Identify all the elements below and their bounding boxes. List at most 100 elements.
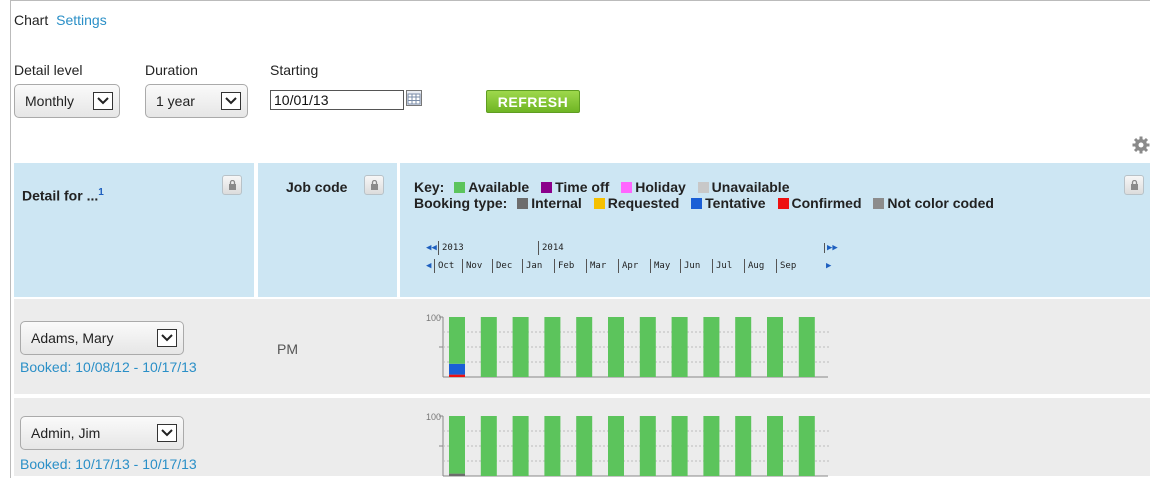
bar-segment-available xyxy=(767,416,783,476)
legend-swatch-tentative xyxy=(691,198,703,209)
duration-select[interactable]: 1 year xyxy=(145,84,248,118)
person-select[interactable]: Admin, Jim xyxy=(20,416,184,450)
lock-column-button[interactable] xyxy=(364,175,384,195)
lock-icon xyxy=(371,180,378,190)
month-label[interactable]: Apr xyxy=(618,259,650,273)
month-label[interactable]: Jul xyxy=(712,259,744,273)
chevron-down-icon xyxy=(93,92,113,110)
detail-level-label: Detail level xyxy=(14,62,83,78)
legend-swatch-holiday xyxy=(621,182,633,193)
breadcrumb-current: Chart xyxy=(14,12,49,28)
job-code-value: PM xyxy=(277,341,298,357)
bar-segment-available xyxy=(449,317,465,364)
bar-segment-available xyxy=(544,416,561,476)
axis-max-label: 100 xyxy=(426,412,441,422)
detail-for-title: Detail for ...1 xyxy=(22,187,104,204)
detail-level-select[interactable]: Monthly xyxy=(14,84,120,118)
bar-segment-available xyxy=(512,416,529,476)
starting-date-input[interactable] xyxy=(270,90,404,110)
table-row: Admin, Jim Booked: 10/17/13 - 10/17/13 1… xyxy=(14,398,1150,478)
legend-label: Time off xyxy=(555,179,610,195)
year-label: 2014 xyxy=(538,241,824,255)
month-label[interactable]: Jun xyxy=(680,259,712,273)
legend-swatch-time-off xyxy=(541,182,553,193)
legend-label: Available xyxy=(468,179,530,195)
chevron-down-icon xyxy=(157,424,177,442)
month-label[interactable]: May xyxy=(650,259,680,273)
legend-label: Internal xyxy=(531,195,582,211)
bar-segment-available xyxy=(512,317,529,377)
legend-swatch-available xyxy=(454,182,466,193)
month-label[interactable]: Feb xyxy=(554,259,586,273)
starting-label: Starting xyxy=(270,62,319,78)
axis-max-label: 100 xyxy=(426,313,441,323)
detail-for-header: Detail for ...1 xyxy=(14,163,254,297)
duration-value: 1 year xyxy=(156,93,195,109)
calendar-icon[interactable] xyxy=(406,90,422,106)
legend-swatch-requested xyxy=(593,198,605,209)
bar-segment-available xyxy=(671,317,688,377)
month-label[interactable]: Aug xyxy=(744,259,776,273)
refresh-button[interactable]: REFRESH xyxy=(486,90,580,113)
bar-segment-available xyxy=(608,317,624,377)
lock-column-button[interactable] xyxy=(222,175,242,195)
breadcrumb: Chart Settings xyxy=(14,12,107,28)
legend-label: Confirmed xyxy=(791,195,862,211)
month-label[interactable]: Dec xyxy=(492,259,522,273)
detail-level-value: Monthly xyxy=(25,93,75,109)
legend-swatch-unavailable xyxy=(697,182,709,193)
booked-range: Booked: 10/08/12 - 10/17/13 xyxy=(20,359,197,375)
bar-segment-available xyxy=(735,317,752,377)
month-label[interactable]: Sep xyxy=(776,259,808,273)
bar-segment-available xyxy=(480,317,497,377)
bar-segment-available xyxy=(639,317,656,377)
bar-segment-internal xyxy=(449,473,465,476)
key-label: Key: xyxy=(414,179,445,195)
availability-mini-chart: 100 xyxy=(426,412,830,477)
legend-label: Requested xyxy=(607,195,680,211)
person-name: Admin, Jim xyxy=(31,425,101,441)
bar-segment-available xyxy=(767,317,783,377)
job-code-title: Job code xyxy=(286,179,348,195)
booking-type-legend: Booking type: Internal Requested Tentati… xyxy=(414,195,994,211)
legend-label: Tentative xyxy=(705,195,766,211)
legend-swatch-confirmed xyxy=(777,198,789,209)
person-select[interactable]: Adams, Mary xyxy=(20,321,184,355)
year-label: 2013 xyxy=(438,241,526,255)
bar-segment-available xyxy=(735,416,752,476)
booked-range: Booked: 10/17/13 - 10/17/13 xyxy=(20,456,197,472)
bar-segment-available xyxy=(798,416,815,476)
previous-year-icon[interactable]: ◀◀ xyxy=(426,243,437,253)
month-label[interactable]: Nov xyxy=(462,259,492,273)
table-row: Adams, Mary Booked: 10/08/12 - 10/17/13 … xyxy=(14,299,1150,396)
bar-segment-available xyxy=(703,416,720,476)
footnote-marker[interactable]: 1 xyxy=(98,187,104,198)
next-month-icon[interactable]: ▶ xyxy=(826,261,831,271)
bar-segment-available xyxy=(671,416,688,476)
chevron-down-icon xyxy=(221,92,241,110)
month-label[interactable]: Mar xyxy=(586,259,618,273)
previous-month-icon[interactable]: ◀ xyxy=(426,261,431,271)
bar-segment-available xyxy=(703,317,720,377)
booking-type-label: Booking type: xyxy=(414,195,508,211)
legend: Key: Available Time off Holiday Unavaila… xyxy=(414,179,994,211)
lock-icon xyxy=(229,180,236,190)
bar-segment-available xyxy=(608,416,624,476)
bar-segment-available xyxy=(576,317,593,377)
settings-link[interactable]: Settings xyxy=(56,12,107,28)
bar-segment-available xyxy=(576,416,593,476)
lock-column-button[interactable] xyxy=(1124,175,1144,195)
chevron-down-icon xyxy=(157,329,177,347)
bar-segment-available xyxy=(449,416,465,474)
bar-segment-available xyxy=(639,416,656,476)
month-label[interactable]: Jan xyxy=(522,259,554,273)
legend-label: Unavailable xyxy=(711,179,790,195)
schedule-header: Key: Available Time off Holiday Unavaila… xyxy=(400,163,1150,297)
next-year-icon[interactable]: ▶▶ xyxy=(824,243,838,253)
legend-swatch-not-color-coded xyxy=(873,198,885,209)
lock-icon xyxy=(1131,180,1138,190)
bar-segment-available xyxy=(480,416,497,476)
gear-icon[interactable] xyxy=(1132,136,1150,154)
legend-swatch-internal xyxy=(517,198,529,209)
month-label[interactable]: Oct xyxy=(434,259,462,273)
